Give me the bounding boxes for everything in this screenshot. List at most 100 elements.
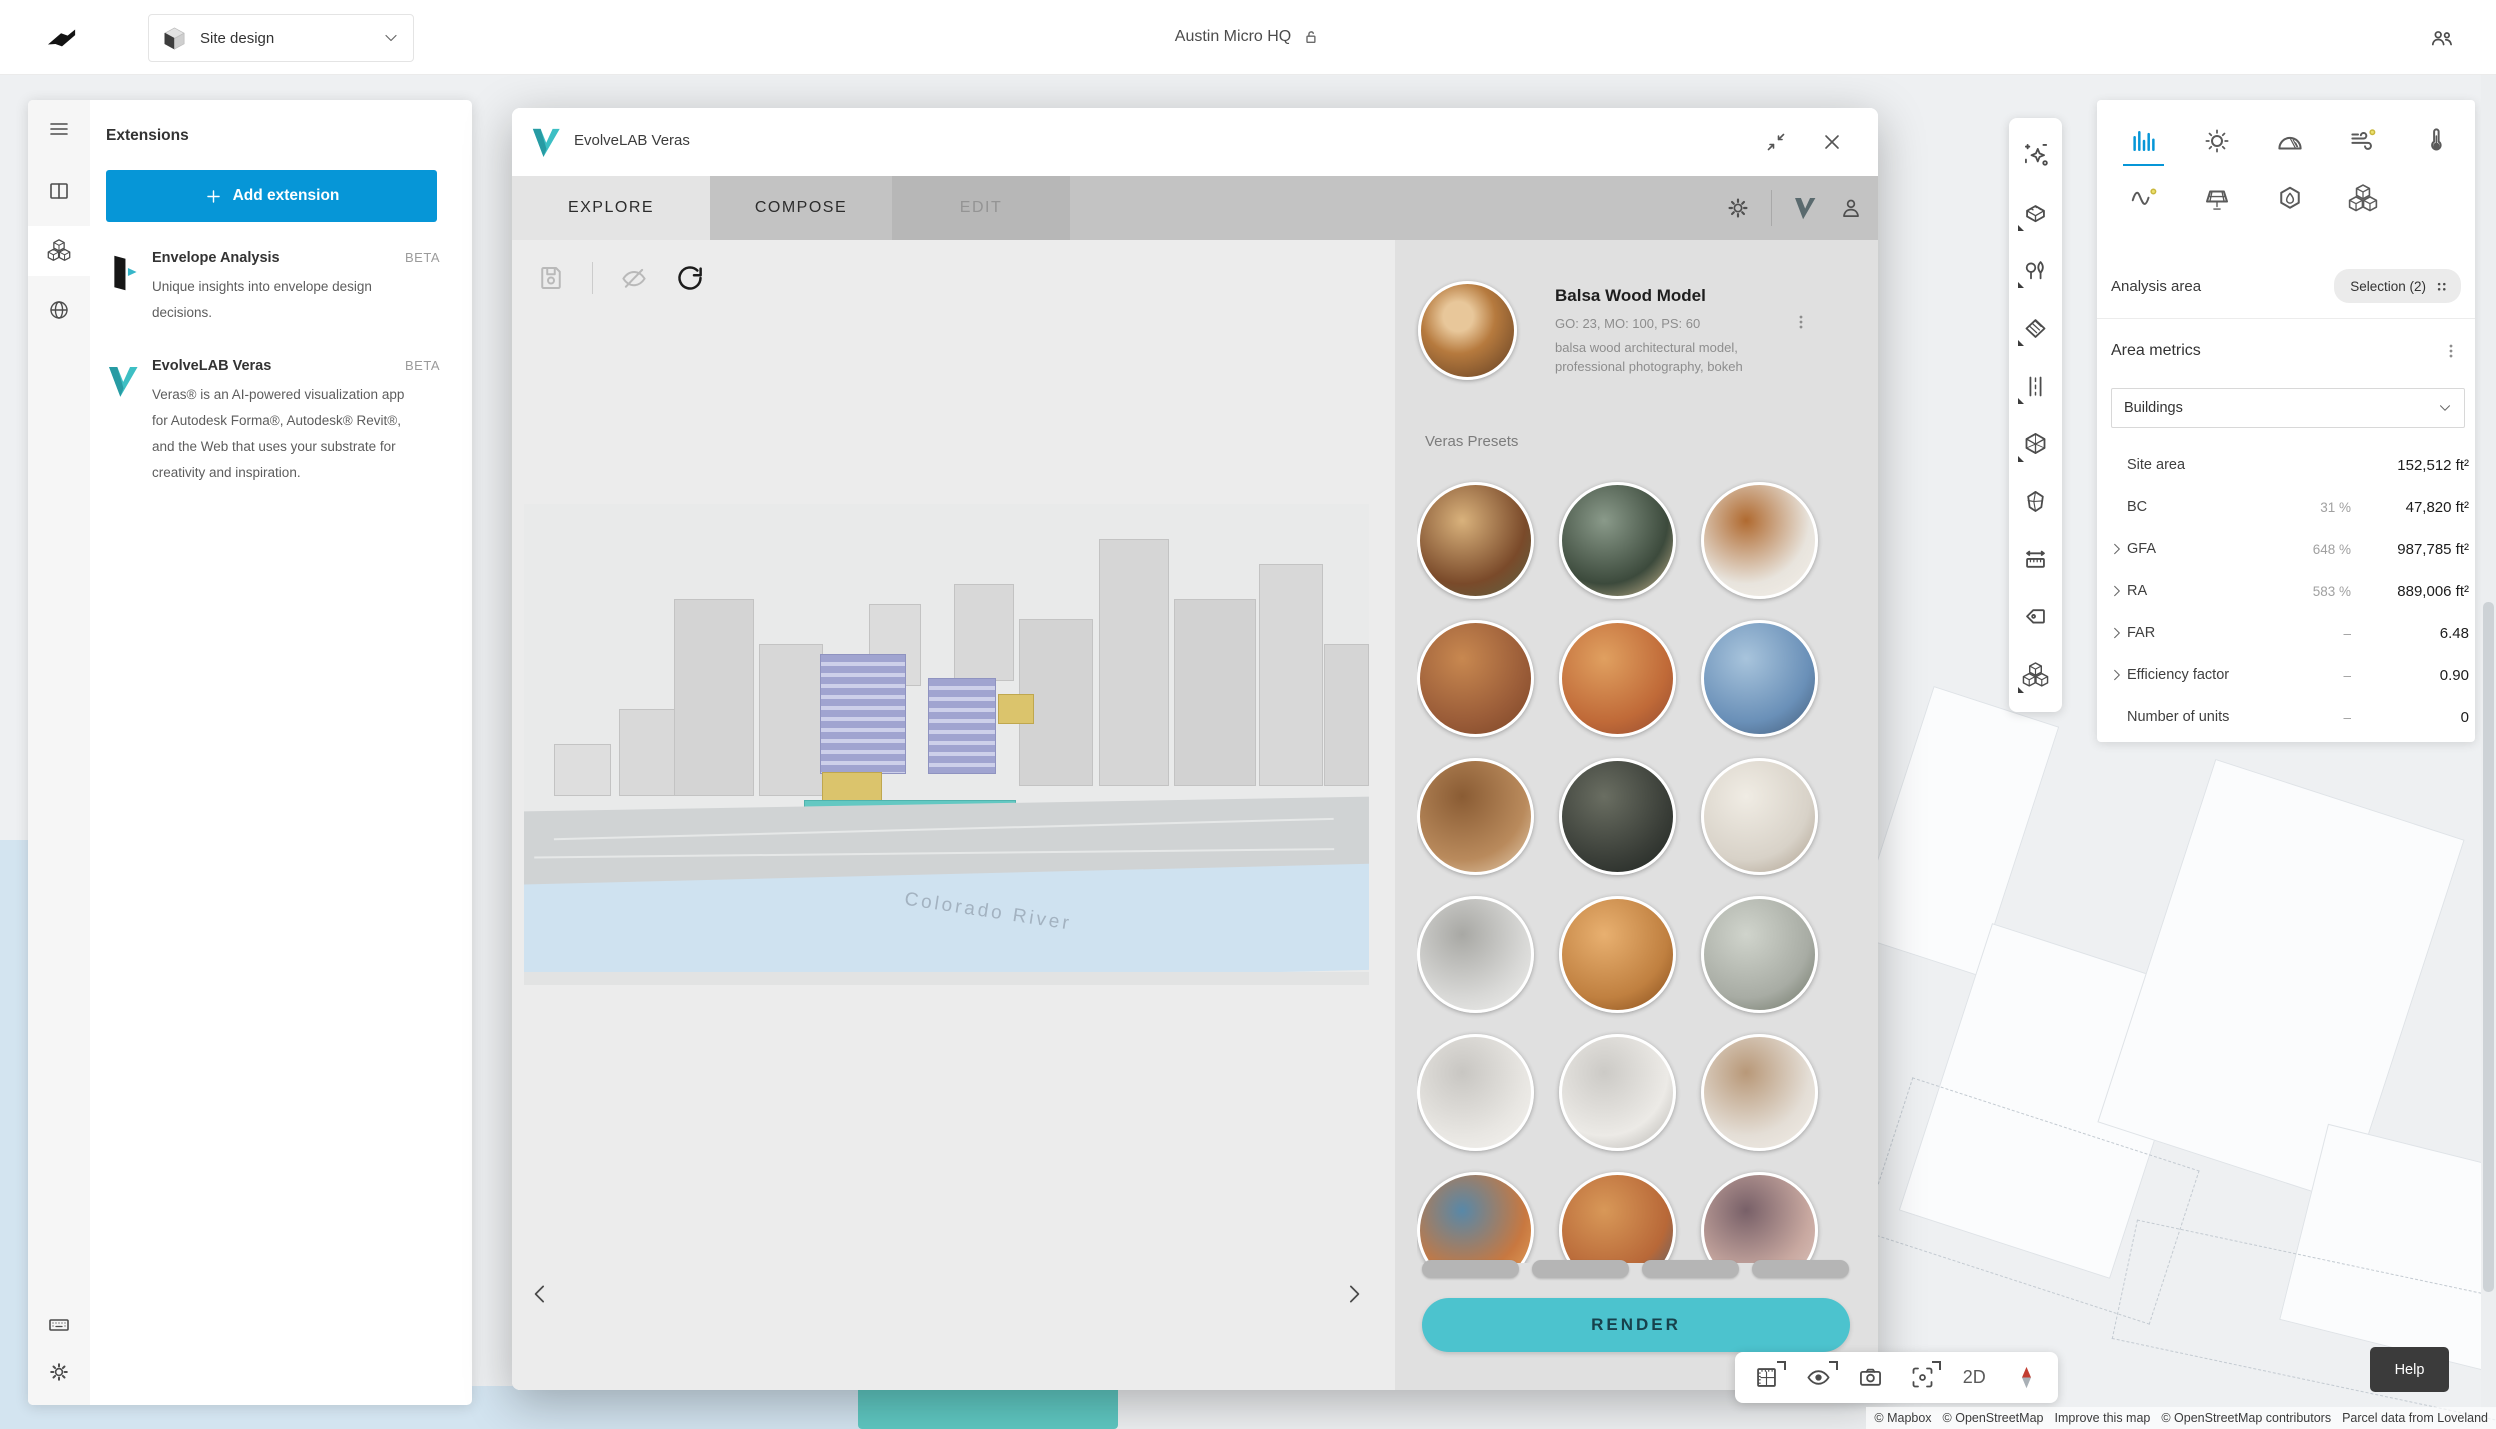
analysis-tab-solar-panel[interactable]	[2180, 170, 2253, 228]
tool-zone-area-button[interactable]	[2016, 308, 2056, 348]
preset-glass-apartments[interactable]	[1701, 620, 1818, 737]
preset-model-house-warm-roof[interactable]	[1701, 1034, 1818, 1151]
view-camera-button[interactable]	[1850, 1358, 1892, 1398]
preset-white-model-frame[interactable]	[1559, 1034, 1676, 1151]
rail-menu-button[interactable]	[28, 104, 90, 154]
analysis-tab-noise[interactable]	[2107, 170, 2180, 228]
metric-value: 987,785 ft²	[2351, 541, 2469, 558]
attribution-link[interactable]: © Mapbox	[1874, 1411, 1931, 1425]
preset-pager-pill[interactable]	[1532, 1260, 1629, 1278]
analysis-tab-thermometer[interactable]	[2399, 112, 2472, 170]
attribution-link[interactable]: © OpenStreetMap	[1943, 1411, 2044, 1425]
project-selector[interactable]: Site design	[148, 14, 414, 62]
rail-settings-gear-button[interactable]	[28, 1347, 90, 1397]
expand-chevron-icon[interactable]	[2105, 583, 2127, 599]
tool-label-tag-button[interactable]	[2016, 597, 2056, 637]
preset-atrium-staircase[interactable]	[1417, 896, 1534, 1013]
rail-extensions-cubes-button[interactable]	[28, 226, 90, 276]
collapse-window-icon[interactable]	[1764, 130, 1788, 154]
tool-ai-select-button[interactable]	[2016, 135, 2056, 175]
view-dimension-grid-button[interactable]	[1746, 1358, 1788, 1398]
tool-vegetation-trees-button[interactable]	[2016, 250, 2056, 290]
rail-globe-button[interactable]	[28, 285, 90, 335]
render-button[interactable]: RENDER	[1422, 1298, 1850, 1352]
help-button[interactable]: Help	[2370, 1347, 2449, 1392]
view-focus-target-button[interactable]	[1901, 1358, 1943, 1398]
refresh-icon[interactable]	[675, 263, 705, 293]
tab-explore[interactable]: EXPLORE	[512, 176, 710, 240]
tool-volume-box-button[interactable]	[2016, 424, 2056, 464]
veras-mark-icon[interactable]	[1792, 195, 1818, 221]
scene-preview[interactable]: Colorado River	[524, 504, 1369, 985]
view-2d-toggle[interactable]: 2D	[1953, 1358, 1995, 1398]
view-compass-button[interactable]	[2005, 1358, 2047, 1398]
view-visibility-eye-button[interactable]	[1798, 1358, 1840, 1398]
attribution-link[interactable]: © OpenStreetMap contributors	[2161, 1411, 2331, 1425]
tool-measure-button[interactable]	[2016, 539, 2056, 579]
rail-keyboard-button[interactable]	[28, 1300, 90, 1350]
analysis-tab-green-hex-drop[interactable]	[2253, 170, 2326, 228]
preset-city-mixed-use[interactable]	[1417, 1172, 1534, 1263]
analysis-tab-metrics-bars[interactable]	[2107, 112, 2180, 170]
preset-kebab-menu-icon[interactable]	[1791, 302, 1811, 342]
attribution-link[interactable]: Improve this map	[2054, 1411, 2150, 1425]
view-2d-label: 2D	[1963, 1367, 1986, 1388]
unlock-icon[interactable]	[1300, 27, 1321, 48]
account-person-icon[interactable]	[1838, 195, 1864, 221]
expand-chevron-icon[interactable]	[2105, 541, 2127, 557]
preset-pager-pill[interactable]	[1422, 1260, 1519, 1278]
tool-terrain-button[interactable]	[2016, 482, 2056, 522]
preset-stacked-apartments[interactable]	[1559, 620, 1676, 737]
tool-extensions-cubes-button[interactable]	[2016, 655, 2056, 695]
close-window-icon[interactable]	[1820, 130, 1844, 154]
analysis-tab-sun[interactable]	[2180, 112, 2253, 170]
extension-item[interactable]: Envelope Analysis BETA Unique insights i…	[106, 250, 446, 326]
veras-settings-gear-icon[interactable]	[1725, 195, 1751, 221]
page-scrollbar[interactable]	[2481, 74, 2496, 1408]
preset-pager-pill[interactable]	[1642, 1260, 1739, 1278]
carousel-right-icon[interactable]	[1340, 1281, 1366, 1307]
analysis-tab-embodied-cubes[interactable]	[2326, 170, 2399, 228]
metrics-category-dropdown[interactable]: Buildings	[2111, 388, 2465, 428]
tab-edit[interactable]: EDIT	[892, 176, 1070, 240]
preset-wood-ceiling-restaurant[interactable]	[1559, 896, 1676, 1013]
preset-wood-slat-interior[interactable]	[1417, 758, 1534, 875]
selected-preset-thumbnail[interactable]	[1418, 281, 1517, 380]
preset-glass-conservatory[interactable]	[1701, 896, 1818, 1013]
metric-percent: –	[2285, 626, 2351, 641]
add-extension-button[interactable]: Add extension	[106, 170, 437, 222]
scrollbar-thumb[interactable]	[2483, 602, 2494, 1292]
expand-chevron-icon[interactable]	[2105, 667, 2127, 683]
expand-chevron-icon[interactable]	[2105, 625, 2127, 641]
preset-modern-house-winter[interactable]	[1701, 482, 1818, 599]
preset-dark-lounge-interior[interactable]	[1559, 758, 1676, 875]
tab-compose[interactable]: COMPOSE	[710, 176, 892, 240]
preset-white-model-gable[interactable]	[1417, 1034, 1534, 1151]
extension-item[interactable]: EvolveLAB Veras BETA Veras® is an AI-pow…	[106, 358, 446, 486]
preset-mosaic-tower[interactable]	[1559, 1172, 1676, 1263]
river-label: Colorado River	[903, 889, 1073, 936]
rail-library-button[interactable]	[28, 166, 90, 216]
metric-row[interactable]: GFA 648 % 987,785 ft²	[2105, 528, 2469, 570]
analysis-tab-wind[interactable]	[2326, 112, 2399, 170]
forma-logo-icon[interactable]	[44, 22, 80, 52]
collaborators-icon[interactable]	[2428, 25, 2456, 51]
preset-brick-apartments[interactable]	[1417, 620, 1534, 737]
preset-modern-house-autumn[interactable]	[1417, 482, 1534, 599]
metrics-kebab-menu-icon[interactable]	[2441, 340, 2461, 362]
preset-pager-pill[interactable]	[1752, 1260, 1849, 1278]
preset-modern-house-forest-fog[interactable]	[1559, 482, 1676, 599]
preset-bright-living-interior[interactable]	[1701, 758, 1818, 875]
analysis-tab-sun-hours-dome[interactable]	[2253, 112, 2326, 170]
chevron-down-icon	[381, 28, 401, 48]
metric-row[interactable]: FAR – 6.48	[2105, 612, 2469, 654]
tool-building-block-button[interactable]	[2016, 193, 2056, 233]
carousel-left-icon[interactable]	[528, 1281, 554, 1307]
preset-pink-gray-towers[interactable]	[1701, 1172, 1818, 1263]
selection-chip[interactable]: Selection (2)	[2334, 269, 2461, 303]
save-icon[interactable]	[536, 263, 566, 293]
metric-row[interactable]: RA 583 % 889,006 ft²	[2105, 570, 2469, 612]
tool-roads-button[interactable]	[2016, 366, 2056, 406]
eye-off-icon[interactable]	[619, 263, 649, 293]
metric-row[interactable]: Efficiency factor – 0.90	[2105, 654, 2469, 696]
